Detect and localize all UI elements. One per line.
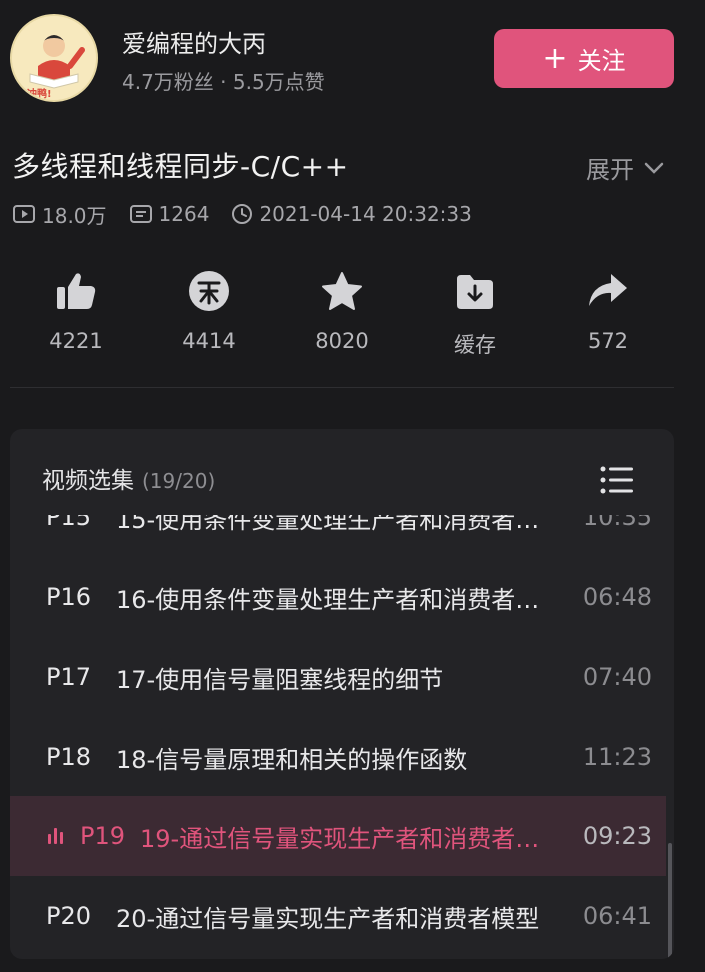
playlist-panel: 视频选集 (19/20) P15 15-使用条件变量处理生产者和消费者模型 10:… <box>10 429 674 959</box>
episode-title: 16-使用条件变量处理生产者和消费者模型 <box>116 585 564 614</box>
episode-item[interactable]: P17 17-使用信号量阻塞线程的细节 07:40 <box>10 637 666 717</box>
like-count: 4221 <box>49 329 103 353</box>
episode-title: 20-通过信号量实现生产者和消费者模型 <box>116 904 540 933</box>
avatar-badge: 冲鸭! <box>27 87 52 100</box>
section-divider <box>10 387 674 388</box>
star-icon <box>322 272 362 310</box>
coin-button[interactable]: 4414 <box>143 265 275 353</box>
play-count-icon <box>13 205 35 223</box>
episode-item[interactable]: P18 18-信号量原理和相关的操作函数 11:23 <box>10 717 666 797</box>
episode-number: P20 <box>46 902 92 930</box>
clock-icon <box>232 204 253 224</box>
action-bar: 4221 4414 8020 缓存 572 <box>10 265 674 365</box>
comment-count-text: 1264 <box>158 202 210 226</box>
episode-duration: 07:40 <box>582 663 652 691</box>
coin-icon <box>189 271 229 311</box>
follow-button[interactable]: + 关注 <box>494 29 674 88</box>
list-icon <box>600 466 633 494</box>
publish-time-text: 2021-04-14 20:32:33 <box>259 202 472 226</box>
author-stats: 4.7万粉丝 · 5.5万点赞 <box>122 70 325 94</box>
author-name[interactable]: 爱编程的大丙 <box>122 24 266 59</box>
episode-item[interactable]: P16 16-使用条件变量处理生产者和消费者模型 06:48 <box>10 557 666 637</box>
video-detail-page: 冲鸭! 爱编程的大丙 4.7万粉丝 · 5.5万点赞 + 关注 多线程和线程同步… <box>0 0 705 972</box>
episode-number: P17 <box>46 663 92 691</box>
video-meta: 18.0万 1264 2021-04-14 20:32:33 <box>12 200 494 228</box>
favorite-count: 8020 <box>315 329 369 353</box>
download-cache-icon <box>457 275 493 309</box>
episode-number: P19 <box>80 822 126 850</box>
danmaku-icon <box>129 205 152 223</box>
playlist-count: (19/20) <box>142 469 216 493</box>
playlist-header: 视频选集 (19/20) <box>42 461 215 495</box>
playlist-title: 视频选集 <box>42 468 134 494</box>
episode-title: 18-信号量原理和相关的操作函数 <box>116 745 468 774</box>
episode-item[interactable]: P15 15-使用条件变量处理生产者和消费者模型 10:35 <box>10 515 666 557</box>
publish-time: 2021-04-14 20:32:33 <box>231 202 472 226</box>
episode-title: 15-使用条件变量处理生产者和消费者模型 <box>116 515 564 534</box>
cache-label: 缓存 <box>454 333 496 357</box>
share-button[interactable]: 572 <box>542 265 674 353</box>
episode-number: P18 <box>46 743 92 771</box>
author-avatar[interactable]: 冲鸭! <box>10 14 98 102</box>
episode-duration: 06:48 <box>582 583 652 611</box>
episode-number-wrap: P19 <box>10 822 140 850</box>
coin-count: 4414 <box>182 329 236 353</box>
episode-duration: 11:23 <box>582 743 652 771</box>
comment-count: 1264 <box>129 202 210 226</box>
view-count: 18.0万 <box>12 200 107 229</box>
share-count: 572 <box>587 329 629 353</box>
favorite-button[interactable]: 8020 <box>276 265 408 353</box>
view-count-text: 18.0万 <box>42 203 107 228</box>
cache-button[interactable]: 缓存 <box>409 265 541 359</box>
expand-label: 展开 <box>586 156 634 184</box>
video-title: 多线程和线程同步-C/C++ <box>12 150 349 183</box>
plus-icon: + <box>542 40 568 76</box>
episode-duration: 06:41 <box>582 902 652 930</box>
chevron-down-icon <box>644 162 664 174</box>
episode-item-active[interactable]: P19 19-通过信号量实现生产者和消费者模型 09:23 <box>10 796 666 876</box>
list-view-button[interactable] <box>600 466 634 498</box>
episode-duration: 09:23 <box>582 822 652 850</box>
share-icon <box>589 274 627 306</box>
episode-title: 17-使用信号量阻塞线程的细节 <box>116 665 444 694</box>
expand-toggle[interactable]: 展开 <box>586 150 664 185</box>
playing-indicator-icon <box>48 828 66 844</box>
episode-number: P16 <box>46 583 92 611</box>
episode-title: 19-通过信号量实现生产者和消费者模型 <box>140 824 564 853</box>
episode-item[interactable]: P20 20-通过信号量实现生产者和消费者模型 06:41 <box>10 876 666 956</box>
episode-duration: 10:35 <box>582 515 652 531</box>
thumbs-up-icon <box>57 273 96 309</box>
playlist-scrollbar[interactable] <box>668 843 672 959</box>
author-header: 冲鸭! 爱编程的大丙 4.7万粉丝 · 5.5万点赞 + 关注 <box>0 0 705 120</box>
follow-label: 关注 <box>577 47 626 75</box>
like-button[interactable]: 4221 <box>10 265 142 353</box>
episode-number: P15 <box>46 515 92 531</box>
episode-list[interactable]: P15 15-使用条件变量处理生产者和消费者模型 10:35 P16 16-使用… <box>10 515 674 959</box>
